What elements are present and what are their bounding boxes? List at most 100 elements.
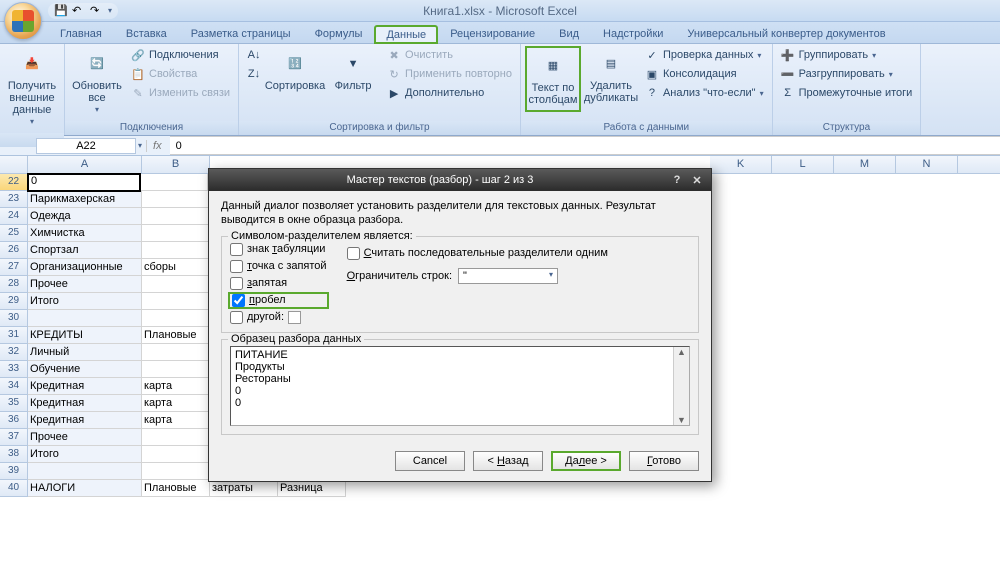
comma-checkbox[interactable]: запятая <box>230 277 327 290</box>
text-qualifier-select[interactable]: "▾ <box>458 268 558 284</box>
row-header[interactable]: 33 <box>0 361 28 378</box>
cell[interactable]: карта <box>142 395 210 412</box>
cell[interactable]: Прочее <box>28 276 142 293</box>
tab-addins[interactable]: Надстройки <box>591 24 675 43</box>
row-header[interactable]: 23 <box>0 191 28 208</box>
finish-button[interactable]: Готово <box>629 451 699 471</box>
tab-converter[interactable]: Универсальный конвертер документов <box>675 24 897 43</box>
cell[interactable] <box>142 191 210 208</box>
filter-button[interactable]: ▼ Фильтр <box>325 46 381 96</box>
fx-icon[interactable]: fx <box>146 140 168 152</box>
col-header[interactable]: N <box>896 156 958 173</box>
cell[interactable]: Химчистка <box>28 225 142 242</box>
cell[interactable] <box>142 225 210 242</box>
sort-button[interactable]: 🔢 Сортировка <box>267 46 323 96</box>
tab-review[interactable]: Рецензирование <box>438 24 547 43</box>
cell[interactable] <box>142 310 210 327</box>
cell[interactable]: КРЕДИТЫ <box>28 327 142 344</box>
text-to-columns-button[interactable]: ▦ Текст по столбцам <box>525 46 581 112</box>
cell[interactable]: затраты <box>210 480 278 497</box>
cell[interactable]: Одежда <box>28 208 142 225</box>
cell[interactable]: Кредитная <box>28 412 142 429</box>
sort-az-button[interactable]: A↓ <box>243 46 265 64</box>
col-header[interactable]: M <box>834 156 896 173</box>
cell[interactable] <box>142 429 210 446</box>
row-header[interactable]: 27 <box>0 259 28 276</box>
row-header[interactable]: 24 <box>0 208 28 225</box>
close-icon[interactable]: ✕ <box>687 174 707 187</box>
col-header[interactable]: B <box>142 156 210 173</box>
whatif-button[interactable]: ?Анализ "что-если"▾ <box>641 84 768 102</box>
save-icon[interactable]: 💾 <box>54 4 68 18</box>
col-header[interactable]: L <box>772 156 834 173</box>
cell[interactable]: сборы <box>142 259 210 276</box>
preview-pane[interactable]: ПИТАНИЕПродуктыРестораны00 <box>230 346 690 426</box>
consecutive-checkbox[interactable]: Считать последовательные разделители одн… <box>347 247 690 260</box>
cell[interactable]: Итого <box>28 446 142 463</box>
cell[interactable] <box>142 208 210 225</box>
row-header[interactable]: 25 <box>0 225 28 242</box>
cell[interactable] <box>142 242 210 259</box>
row-header[interactable]: 28 <box>0 276 28 293</box>
cell[interactable]: карта <box>142 378 210 395</box>
name-box[interactable]: A22 <box>36 138 136 154</box>
other-input[interactable] <box>288 311 301 324</box>
tab-insert[interactable]: Вставка <box>114 24 179 43</box>
cell[interactable]: Организационные <box>28 259 142 276</box>
row-header[interactable]: 30 <box>0 310 28 327</box>
tab-checkbox[interactable]: знак табуляции <box>230 243 327 256</box>
select-all-corner[interactable] <box>0 156 28 173</box>
advanced-filter-button[interactable]: ▶Дополнительно <box>383 84 516 102</box>
back-button[interactable]: < Назад <box>473 451 543 471</box>
dialog-titlebar[interactable]: Мастер текстов (разбор) - шаг 2 из 3 ? ✕ <box>209 169 711 191</box>
cancel-button[interactable]: Cancel <box>395 451 465 471</box>
row-header[interactable]: 31 <box>0 327 28 344</box>
row-header[interactable]: 34 <box>0 378 28 395</box>
cell[interactable]: Плановые <box>142 480 210 497</box>
get-external-data-button[interactable]: 📥 Получить внешние данные ▾ <box>4 46 60 131</box>
row-header[interactable]: 29 <box>0 293 28 310</box>
space-checkbox[interactable]: пробел <box>228 292 329 309</box>
cell[interactable]: Итого <box>28 293 142 310</box>
formula-input[interactable] <box>170 136 1000 155</box>
group-button[interactable]: ➕Группировать▾ <box>777 46 917 64</box>
undo-icon[interactable]: ↶ <box>72 4 86 18</box>
cell[interactable] <box>142 276 210 293</box>
tab-formulas[interactable]: Формулы <box>303 24 375 43</box>
redo-icon[interactable]: ↷ <box>90 4 104 18</box>
cell[interactable] <box>142 361 210 378</box>
cell[interactable] <box>140 174 208 191</box>
cell[interactable]: 0 <box>27 173 141 192</box>
cell[interactable]: Прочее <box>28 429 142 446</box>
remove-duplicates-button[interactable]: ▤ Удалить дубликаты <box>583 46 639 108</box>
cell[interactable] <box>28 310 142 327</box>
data-validation-button[interactable]: ✓Проверка данных▾ <box>641 46 768 64</box>
cell[interactable]: Кредитная <box>28 378 142 395</box>
tab-home[interactable]: Главная <box>48 24 114 43</box>
cell[interactable] <box>28 463 142 480</box>
cell[interactable]: Спортзал <box>28 242 142 259</box>
consolidate-button[interactable]: ▣Консолидация <box>641 65 768 83</box>
connections-button[interactable]: 🔗Подключения <box>127 46 234 64</box>
tab-view[interactable]: Вид <box>547 24 591 43</box>
cell[interactable]: карта <box>142 412 210 429</box>
cell[interactable]: Кредитная <box>28 395 142 412</box>
row-header[interactable]: 32 <box>0 344 28 361</box>
row-header[interactable]: 26 <box>0 242 28 259</box>
tab-pagelayout[interactable]: Разметка страницы <box>179 24 303 43</box>
row-header[interactable]: 38 <box>0 446 28 463</box>
semicolon-checkbox[interactable]: точка с запятой <box>230 260 327 273</box>
col-header[interactable]: A <box>28 156 142 173</box>
cell[interactable] <box>142 463 210 480</box>
next-button[interactable]: Далее > <box>551 451 621 471</box>
cell[interactable] <box>142 344 210 361</box>
cell[interactable]: Плановые <box>142 327 210 344</box>
row-header[interactable]: 37 <box>0 429 28 446</box>
tab-data[interactable]: Данные <box>374 25 438 44</box>
cell[interactable]: Разница <box>278 480 346 497</box>
office-button[interactable] <box>4 2 42 40</box>
scrollbar[interactable] <box>673 347 689 425</box>
other-checkbox[interactable]: другой: <box>230 311 327 324</box>
refresh-all-button[interactable]: 🔄 Обновить все ▾ <box>69 46 125 119</box>
help-icon[interactable]: ? <box>667 174 687 186</box>
